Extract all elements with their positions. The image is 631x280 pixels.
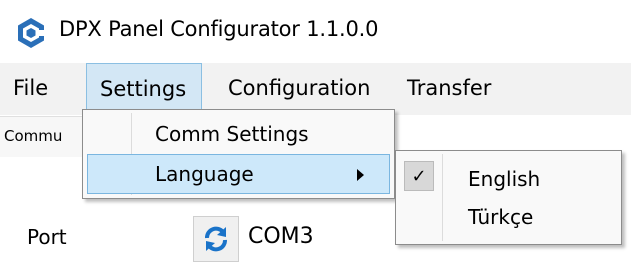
refresh-icon	[205, 226, 227, 252]
title-bar: DPX Panel Configurator 1.1.0.0	[0, 0, 631, 63]
menu-transfer[interactable]: Transfer	[407, 63, 491, 115]
port-label: Port	[27, 225, 67, 249]
menu-item-comm-settings[interactable]: Comm Settings	[83, 114, 394, 154]
menu-settings[interactable]: Settings	[86, 63, 202, 115]
menu-settings-label: Settings	[100, 77, 187, 101]
window-title: DPX Panel Configurator 1.1.0.0	[59, 17, 379, 41]
app-logo-icon	[18, 18, 46, 48]
menu-configuration-label: Configuration	[228, 76, 371, 100]
menu-configuration[interactable]: Configuration	[228, 63, 370, 115]
menu-item-turkce[interactable]: Türkçe	[396, 197, 621, 237]
menu-item-comm-settings-label: Comm Settings	[155, 122, 309, 146]
menu-item-turkce-label: Türkçe	[468, 205, 534, 229]
menu-transfer-label: Transfer	[407, 76, 492, 100]
communication-group-label: Commu	[4, 127, 63, 145]
menu-item-english[interactable]: ✓ English	[396, 159, 621, 199]
chevron-right-icon	[357, 169, 364, 181]
refresh-ports-button[interactable]	[193, 216, 239, 262]
menu-bar: File Settings Configuration Transfer	[0, 63, 631, 115]
menu-file[interactable]: File	[13, 63, 48, 115]
port-select[interactable]: COM3	[248, 224, 314, 249]
checkmark-icon: ✓	[404, 161, 434, 191]
menu-file-label: File	[13, 76, 49, 100]
menu-item-language[interactable]: Language	[83, 154, 394, 194]
menu-item-language-label: Language	[155, 162, 254, 186]
language-submenu: ✓ English Türkçe	[395, 150, 622, 245]
settings-dropdown-menu: Comm Settings Language	[82, 109, 395, 199]
menu-item-english-label: English	[468, 167, 541, 191]
